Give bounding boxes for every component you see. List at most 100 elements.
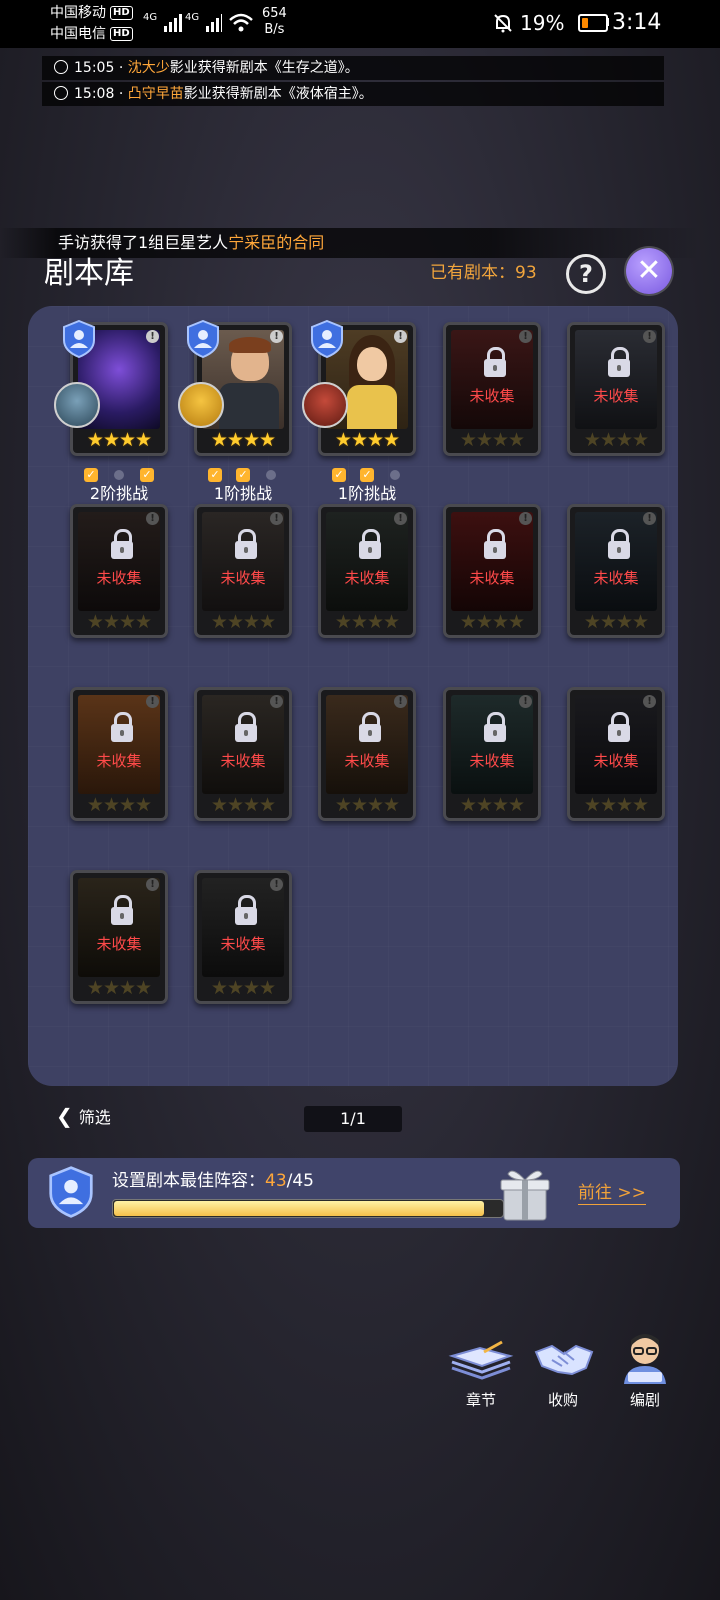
chapter-book-icon[interactable] [448, 1334, 514, 1388]
uncollected-label: 未收集 [344, 569, 390, 587]
script-card-locked[interactable]: ! 未收集 ★★★★ [443, 504, 541, 638]
star-rating: ★★★★ [210, 977, 276, 999]
card-art [575, 695, 657, 794]
clock-time: 3:14 [612, 10, 662, 35]
uncollected-label: 未收集 [344, 752, 390, 770]
star-rating: ★★★★ [86, 429, 152, 451]
star-rating: ★★★★ [334, 429, 400, 451]
card-art [78, 878, 160, 977]
news-item: 15:05 · 沈大少影业获得新剧本《生存之道》。 [42, 56, 664, 80]
uncollected-label: 未收集 [593, 569, 639, 587]
dock-label-chapter[interactable]: 章节 [449, 1390, 513, 1410]
lock-icon [484, 712, 506, 742]
uncollected-label: 未收集 [96, 752, 142, 770]
uncollected-label: 未收集 [593, 387, 639, 405]
card-art [78, 512, 160, 611]
uncollected-label: 未收集 [220, 569, 266, 587]
filter-button[interactable]: ❮ 筛选 [56, 1104, 111, 1130]
genre-avatar-soldier [178, 382, 224, 428]
info-icon[interactable]: ! [394, 330, 407, 343]
lock-icon [484, 529, 506, 559]
info-icon[interactable]: ! [519, 695, 532, 708]
uncollected-label: 未收集 [469, 569, 515, 587]
lock-icon [359, 529, 381, 559]
challenge-checks: ✓ ✓ [70, 464, 168, 482]
goto-button[interactable]: 前往 >> [578, 1182, 646, 1205]
lock-icon [111, 529, 133, 559]
script-card-locked[interactable]: ! 未收集 ★★★★ [194, 870, 292, 1004]
handshake-icon[interactable] [532, 1338, 596, 1386]
lock-icon [111, 712, 133, 742]
info-icon[interactable]: ! [394, 512, 407, 525]
uncollected-label: 未收集 [593, 752, 639, 770]
character-face [357, 347, 387, 381]
script-card-locked[interactable]: ! 未收集 ★★★★ [318, 504, 416, 638]
actor-badge-icon [310, 320, 344, 358]
lock-icon [235, 895, 257, 925]
card-art [326, 512, 408, 611]
network-label-2: 4G [185, 12, 200, 23]
empty-dot [390, 469, 400, 480]
lock-icon [608, 712, 630, 742]
info-icon[interactable]: ! [270, 695, 283, 708]
info-icon[interactable]: ! [519, 330, 532, 343]
info-icon[interactable]: ! [146, 512, 159, 525]
script-card-locked[interactable]: ! 未收集 ★★★★ [194, 687, 292, 821]
info-icon[interactable]: ! [394, 695, 407, 708]
info-icon[interactable]: ! [146, 695, 159, 708]
chevron-left-icon: ❮ [56, 1104, 73, 1128]
card-art [202, 878, 284, 977]
script-card-locked[interactable]: ! 未收集 ★★★★ [567, 504, 665, 638]
script-card-locked[interactable]: ! 未收集 ★★★★ [443, 322, 541, 456]
card-art [326, 695, 408, 794]
star-rating: ★★★★ [583, 429, 649, 451]
uncollected-label: 未收集 [469, 752, 515, 770]
star-rating: ★★★★ [210, 611, 276, 633]
dock-label-acquire[interactable]: 收购 [531, 1390, 595, 1410]
genre-avatar-portrait [302, 382, 348, 428]
dock-label-screenwriter[interactable]: 编剧 [613, 1390, 677, 1410]
info-icon[interactable]: ! [643, 695, 656, 708]
battery-percent: 19% [520, 11, 565, 35]
check-icon: ✓ [236, 467, 250, 482]
check-icon: ✓ [84, 467, 98, 482]
script-card-locked[interactable]: ! 未收集 ★★★★ [443, 687, 541, 821]
empty-dot [114, 469, 124, 480]
info-icon[interactable]: ! [643, 512, 656, 525]
script-card-locked[interactable]: ! 未收集 ★★★★ [70, 504, 168, 638]
info-icon[interactable]: ! [643, 330, 656, 343]
star-rating: ★★★★ [459, 429, 525, 451]
star-rating: ★★★★ [86, 794, 152, 816]
script-card-locked[interactable]: ! 未收集 ★★★★ [70, 687, 168, 821]
page-indicator: 1/1 [304, 1106, 402, 1132]
network-label-1: 4G [143, 12, 158, 23]
close-button[interactable]: ✕ [626, 248, 672, 294]
script-card-locked[interactable]: ! 未收集 ★★★★ [567, 322, 665, 456]
info-icon[interactable]: ! [270, 512, 283, 525]
screenwriter-avatar-icon[interactable] [616, 1328, 674, 1390]
check-icon: ✓ [140, 467, 154, 482]
battery-tip [606, 18, 609, 26]
lineup-progress-bar [112, 1199, 504, 1218]
battery-fill [582, 18, 589, 28]
lock-icon [359, 712, 381, 742]
actor-badge-icon [186, 320, 220, 358]
script-card-locked[interactable]: ! 未收集 ★★★★ [194, 504, 292, 638]
script-card-locked[interactable]: ! 未收集 ★★★★ [567, 687, 665, 821]
empty-dot [266, 469, 276, 480]
info-icon[interactable]: ! [270, 878, 283, 891]
info-icon[interactable]: ! [270, 330, 283, 343]
info-icon[interactable]: ! [146, 878, 159, 891]
character-body [347, 385, 397, 429]
star-rating: ★★★★ [459, 794, 525, 816]
info-icon[interactable]: ! [146, 330, 159, 343]
info-icon[interactable]: ! [519, 512, 532, 525]
gift-box-icon[interactable] [498, 1164, 552, 1226]
card-art [202, 695, 284, 794]
lock-icon [235, 529, 257, 559]
check-icon: ✓ [360, 467, 374, 482]
help-button[interactable]: ? [566, 254, 606, 294]
script-card-locked[interactable]: ! 未收集 ★★★★ [70, 870, 168, 1004]
lineup-progress-text: 设置剧本最佳阵容：43/45 [112, 1171, 314, 1191]
script-card-locked[interactable]: ! 未收集 ★★★★ [318, 687, 416, 821]
